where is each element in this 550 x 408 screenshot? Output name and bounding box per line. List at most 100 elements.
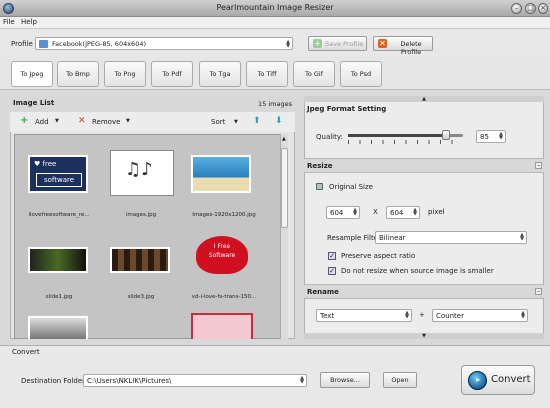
select-arrows-icon: ▲ ▼ [521,310,525,320]
convert-button[interactable]: ▸ Convert [461,365,535,395]
width-value: 604 [330,209,344,217]
height-value: 604 [390,209,404,217]
quality-slider-fill [348,134,446,137]
tab-to-gif[interactable]: To Gif [293,61,335,87]
save-profile-label: Save Profile [325,40,364,48]
original-size-toggle[interactable] [316,183,323,190]
quality-slider-thumb[interactable] [442,130,450,140]
rename-header [304,284,544,299]
save-profile-button[interactable]: + Save Profile [308,36,367,51]
jpeg-format-title: Jpeg Format Setting [307,105,387,113]
plus-icon: + [313,39,322,48]
collapse-up-icon[interactable]: ▲ [304,96,544,102]
list-item[interactable]: ♥ free software [28,155,88,193]
convert-section-title: Convert [12,348,40,356]
resize-header [304,158,544,173]
rename-title: Rename [307,288,339,296]
rename-plus-label: + [419,311,425,319]
scrollbar-thumb[interactable] [281,148,288,228]
item-caption: vd-i-love-fs-trans-150... [191,294,257,300]
remove-dropdown-icon[interactable]: ▼ [126,118,130,124]
tab-to-bmp[interactable]: To Bmp [57,61,99,87]
rename-text-select[interactable]: Text ▲ ▼ [316,309,412,322]
preserve-aspect-label: Preserve aspect ratio [341,252,416,260]
image-icon [39,40,48,48]
list-item[interactable]: I Free Software [196,236,248,274]
select-arrows-icon: ▲ ▼ [286,39,290,49]
destination-folder-value: C:\Users\NKLIK\Pictures\ [87,377,172,385]
spinner-arrows-icon: ▲ ▼ [413,207,417,217]
tab-to-pdf[interactable]: To Pdf [151,61,193,87]
list-item[interactable] [28,247,88,273]
move-up-icon[interactable]: ⬆ [253,116,261,126]
delete-icon: ✕ [378,39,387,48]
browse-button[interactable]: Browse... [320,372,370,388]
quality-spinner[interactable]: 85 ▲ ▼ [476,130,506,143]
select-arrows-icon: ▲ ▼ [405,310,409,320]
remove-button[interactable]: ✕ Remove [78,117,122,127]
add-dropdown-icon[interactable]: ▼ [55,118,59,124]
list-item[interactable]: ♫♪ [110,150,174,196]
quality-label: Quality: [316,133,343,141]
profile-select[interactable]: Facebook(JPEG-85, 604x604) ▲ ▼ [35,37,293,50]
rename-counter-value: Counter [436,312,464,320]
collapse-rename-icon[interactable]: – [535,288,542,295]
item-caption: slide1.jpg [45,294,73,300]
remove-label: Remove [92,118,121,126]
add-label: Add [35,118,49,126]
heart-icon: ♥ free [34,160,57,168]
list-item[interactable] [110,247,170,273]
tab-to-jpeg[interactable]: To Jpeg [11,61,53,87]
resample-filter-select[interactable]: Bilinear ▲ ▼ [375,231,527,244]
item-caption: ilovefreesoftware_re... [28,212,90,218]
height-spinner[interactable]: 604 ▲ ▼ [386,206,420,219]
delete-profile-button[interactable]: ✕ Delete Profile [373,36,433,56]
scroll-up-icon[interactable]: ▲ [282,136,286,142]
window-title: Pearlmountain Image Resizer [216,3,334,12]
convert-label: Convert [491,374,531,385]
sort-dropdown-icon[interactable]: ▼ [234,119,238,125]
tab-to-tiff[interactable]: To Tiff [246,61,288,87]
spinner-arrows-icon: ▲ ▼ [353,207,357,217]
menu-help[interactable]: Help [21,18,37,26]
menu-file[interactable]: File [3,18,15,26]
original-size-label: Original Size [329,183,373,191]
heart-free-software-logo: I Free Software [208,243,236,259]
open-button[interactable]: Open [383,372,417,388]
rename-counter-select[interactable]: Counter ▲ ▼ [432,309,528,322]
list-item[interactable] [191,155,251,193]
tab-to-tga[interactable]: To Tga [199,61,241,87]
menu-bar [0,17,550,29]
preserve-aspect-checkbox[interactable]: ✓ [328,252,336,260]
profile-value: Facebook(JPEG-85, 604x604) [52,40,147,48]
close-icon[interactable]: × [538,3,548,14]
thumbnail-scrollbar[interactable]: ▲ [280,134,288,339]
arrow-glyph-icon: ▸ [476,375,481,384]
image-count: 15 images [258,100,292,108]
slider-ticks [348,140,463,144]
software-logo: software [36,173,82,187]
maximize-icon[interactable]: □ [525,3,536,14]
collapse-resize-icon[interactable]: – [535,162,542,169]
delete-profile-label: Delete Profile [400,40,422,56]
list-item[interactable] [191,313,253,339]
collapse-down-icon[interactable]: ▼ [304,333,544,339]
move-down-icon[interactable]: ⬇ [275,116,283,126]
plus-icon: + [20,115,29,126]
destination-folder-label: Destination Folder: [21,377,88,385]
item-caption: Images-1920x1200.jpg [192,212,256,218]
minimize-icon[interactable]: – [511,3,522,14]
add-button[interactable]: + Add [20,115,50,127]
no-resize-smaller-label: Do not resize when source image is small… [341,267,494,275]
tab-to-psd[interactable]: To Psd [340,61,382,87]
no-resize-smaller-checkbox[interactable]: ✓ [328,267,336,275]
quality-value: 85 [480,133,489,141]
music-notes-icon: ♫♪ [125,159,153,180]
tab-to-png[interactable]: To Png [104,61,146,87]
profile-label: Profile [11,40,33,48]
destination-folder-select[interactable]: C:\Users\NKLIK\Pictures\ ▲ ▼ [83,374,307,387]
width-spinner[interactable]: 604 ▲ ▼ [326,206,360,219]
sort-button[interactable]: Sort [211,118,225,126]
resample-filter-value: Bilinear [379,234,406,242]
list-item[interactable] [28,316,88,339]
